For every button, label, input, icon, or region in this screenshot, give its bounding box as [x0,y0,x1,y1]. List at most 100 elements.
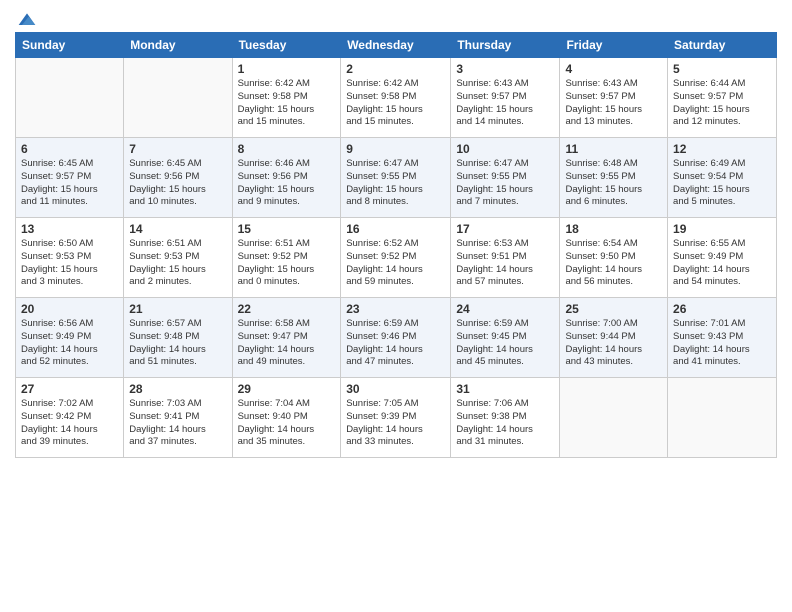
day-info: Sunrise: 6:54 AM Sunset: 9:50 PM Dayligh… [565,238,662,289]
calendar-cell: 13 Sunrise: 6:50 AM Sunset: 9:53 PM Dayli… [16,218,124,298]
day-info: Sunrise: 6:42 AM Sunset: 9:58 PM Dayligh… [238,78,336,129]
day-number: 27 [21,382,118,396]
day-info: Sunrise: 6:53 AM Sunset: 9:51 PM Dayligh… [456,238,554,289]
day-info: Sunrise: 6:51 AM Sunset: 9:53 PM Dayligh… [129,238,226,289]
day-number: 12 [673,142,771,156]
calendar-cell [16,58,124,138]
day-info: Sunrise: 6:43 AM Sunset: 9:57 PM Dayligh… [456,78,554,129]
calendar-cell: 24 Sunrise: 6:59 AM Sunset: 9:45 PM Dayli… [451,298,560,378]
calendar-cell: 1 Sunrise: 6:42 AM Sunset: 9:58 PM Daylig… [232,58,341,138]
calendar-cell: 21Sunrise: 6:57 AM Sunset: 9:48 PM Dayli… [124,298,232,378]
calendar-cell: 5 Sunrise: 6:44 AM Sunset: 9:57 PM Daylig… [668,58,777,138]
calendar-cell: 31 Sunrise: 7:06 AM Sunset: 9:38 PM Dayli… [451,378,560,458]
day-info: Sunrise: 6:51 AM Sunset: 9:52 PM Dayligh… [238,238,336,289]
calendar-cell: 26 Sunrise: 7:01 AM Sunset: 9:43 PM Dayli… [668,298,777,378]
weekday-header-tuesday: Tuesday [232,33,341,58]
day-info: Sunrise: 7:05 AM Sunset: 9:39 PM Dayligh… [346,398,445,449]
calendar-cell [124,58,232,138]
calendar-cell: 14 Sunrise: 6:51 AM Sunset: 9:53 PM Dayli… [124,218,232,298]
calendar-cell: 9 Sunrise: 6:47 AM Sunset: 9:55 PM Daylig… [341,138,451,218]
calendar-cell: 16 Sunrise: 6:52 AM Sunset: 9:52 PM Dayli… [341,218,451,298]
day-info: Sunrise: 6:59 AM Sunset: 9:45 PM Dayligh… [456,318,554,369]
calendar-cell: 17 Sunrise: 6:53 AM Sunset: 9:51 PM Dayli… [451,218,560,298]
day-number: 6 [21,142,118,156]
calendar-week-row: 20Sunrise: 6:56 AM Sunset: 9:49 PM Dayli… [16,298,777,378]
calendar-table: SundayMondayTuesdayWednesdayThursdayFrid… [15,32,777,458]
calendar-cell: 8 Sunrise: 6:46 AM Sunset: 9:56 PM Daylig… [232,138,341,218]
day-number: 21 [129,302,226,316]
weekday-header-friday: Friday [560,33,668,58]
calendar-cell: 28 Sunrise: 7:03 AM Sunset: 9:41 PM Dayli… [124,378,232,458]
page: SundayMondayTuesdayWednesdayThursdayFrid… [0,0,792,612]
calendar-body: 1 Sunrise: 6:42 AM Sunset: 9:58 PM Daylig… [16,58,777,458]
calendar-cell: 29 Sunrise: 7:04 AM Sunset: 9:40 PM Dayli… [232,378,341,458]
day-number: 14 [129,222,226,236]
day-info: Sunrise: 6:46 AM Sunset: 9:56 PM Dayligh… [238,158,336,209]
calendar-cell: 7 Sunrise: 6:45 AM Sunset: 9:56 PM Daylig… [124,138,232,218]
day-info: Sunrise: 6:55 AM Sunset: 9:49 PM Dayligh… [673,238,771,289]
calendar-cell: 20Sunrise: 6:56 AM Sunset: 9:49 PM Dayli… [16,298,124,378]
day-info: Sunrise: 7:00 AM Sunset: 9:44 PM Dayligh… [565,318,662,369]
day-info: Sunrise: 6:45 AM Sunset: 9:56 PM Dayligh… [129,158,226,209]
day-number: 23 [346,302,445,316]
day-number: 29 [238,382,336,396]
day-number: 19 [673,222,771,236]
day-number: 3 [456,62,554,76]
calendar-cell: 2 Sunrise: 6:42 AM Sunset: 9:58 PM Daylig… [341,58,451,138]
day-number: 15 [238,222,336,236]
calendar-week-row: 27 Sunrise: 7:02 AM Sunset: 9:42 PM Dayli… [16,378,777,458]
day-number: 26 [673,302,771,316]
day-number: 13 [21,222,118,236]
day-info: Sunrise: 6:44 AM Sunset: 9:57 PM Dayligh… [673,78,771,129]
calendar-cell: 3 Sunrise: 6:43 AM Sunset: 9:57 PM Daylig… [451,58,560,138]
logo [15,10,37,26]
day-info: Sunrise: 6:59 AM Sunset: 9:46 PM Dayligh… [346,318,445,369]
day-info: Sunrise: 6:45 AM Sunset: 9:57 PM Dayligh… [21,158,118,209]
day-info: Sunrise: 7:02 AM Sunset: 9:42 PM Dayligh… [21,398,118,449]
day-number: 4 [565,62,662,76]
calendar-cell: 30Sunrise: 7:05 AM Sunset: 9:39 PM Dayli… [341,378,451,458]
day-info: Sunrise: 6:42 AM Sunset: 9:58 PM Dayligh… [346,78,445,129]
day-info: Sunrise: 6:48 AM Sunset: 9:55 PM Dayligh… [565,158,662,209]
calendar-cell: 6 Sunrise: 6:45 AM Sunset: 9:57 PM Daylig… [16,138,124,218]
calendar-cell: 22Sunrise: 6:58 AM Sunset: 9:47 PM Dayli… [232,298,341,378]
day-info: Sunrise: 7:04 AM Sunset: 9:40 PM Dayligh… [238,398,336,449]
day-number: 18 [565,222,662,236]
day-info: Sunrise: 6:56 AM Sunset: 9:49 PM Dayligh… [21,318,118,369]
calendar-cell: 12 Sunrise: 6:49 AM Sunset: 9:54 PM Dayli… [668,138,777,218]
calendar-header: SundayMondayTuesdayWednesdayThursdayFrid… [16,33,777,58]
logo-icon [17,10,37,30]
day-number: 16 [346,222,445,236]
day-number: 2 [346,62,445,76]
day-number: 1 [238,62,336,76]
day-info: Sunrise: 6:52 AM Sunset: 9:52 PM Dayligh… [346,238,445,289]
day-number: 17 [456,222,554,236]
day-number: 31 [456,382,554,396]
day-number: 9 [346,142,445,156]
day-number: 11 [565,142,662,156]
weekday-header-sunday: Sunday [16,33,124,58]
day-info: Sunrise: 7:06 AM Sunset: 9:38 PM Dayligh… [456,398,554,449]
day-info: Sunrise: 6:47 AM Sunset: 9:55 PM Dayligh… [346,158,445,209]
calendar-cell: 10Sunrise: 6:47 AM Sunset: 9:55 PM Dayli… [451,138,560,218]
day-number: 28 [129,382,226,396]
calendar-week-row: 13 Sunrise: 6:50 AM Sunset: 9:53 PM Dayli… [16,218,777,298]
calendar-cell [668,378,777,458]
day-number: 22 [238,302,336,316]
calendar-cell: 19 Sunrise: 6:55 AM Sunset: 9:49 PM Dayli… [668,218,777,298]
day-number: 10 [456,142,554,156]
calendar-cell: 23 Sunrise: 6:59 AM Sunset: 9:46 PM Dayli… [341,298,451,378]
day-info: Sunrise: 7:03 AM Sunset: 9:41 PM Dayligh… [129,398,226,449]
day-info: Sunrise: 7:01 AM Sunset: 9:43 PM Dayligh… [673,318,771,369]
day-number: 8 [238,142,336,156]
calendar-week-row: 6 Sunrise: 6:45 AM Sunset: 9:57 PM Daylig… [16,138,777,218]
day-number: 7 [129,142,226,156]
day-info: Sunrise: 6:50 AM Sunset: 9:53 PM Dayligh… [21,238,118,289]
day-number: 24 [456,302,554,316]
day-number: 25 [565,302,662,316]
calendar-cell: 27 Sunrise: 7:02 AM Sunset: 9:42 PM Dayli… [16,378,124,458]
day-info: Sunrise: 6:49 AM Sunset: 9:54 PM Dayligh… [673,158,771,209]
day-number: 5 [673,62,771,76]
calendar-cell [560,378,668,458]
weekday-header-monday: Monday [124,33,232,58]
